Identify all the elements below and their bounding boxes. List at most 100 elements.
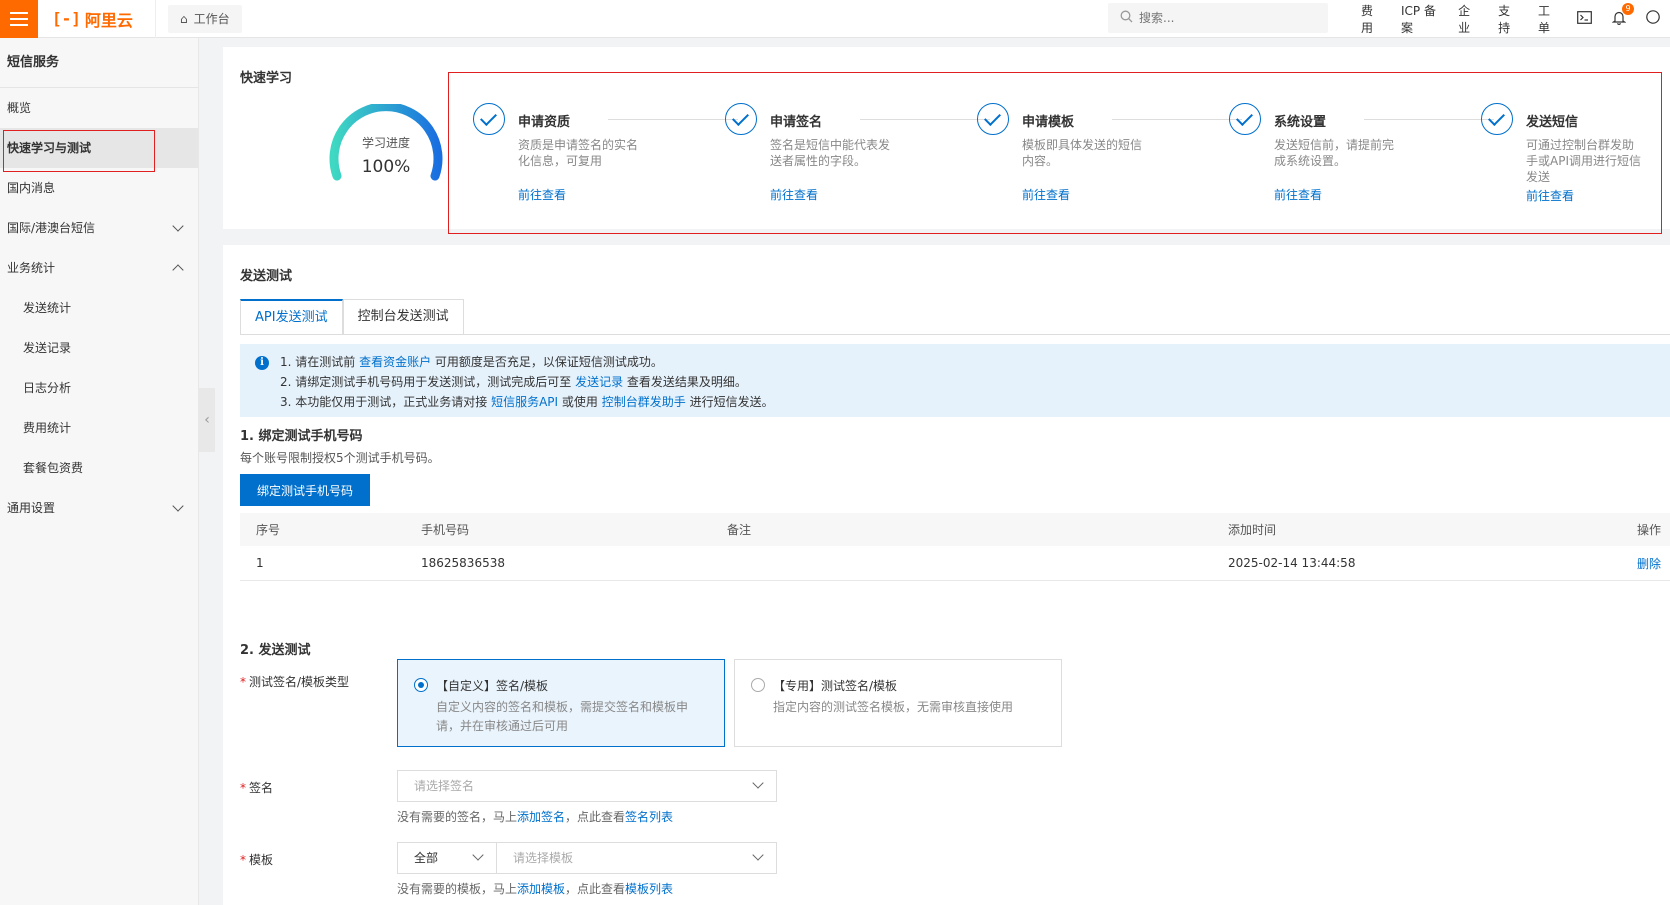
logo-text: 阿里云: [84, 10, 133, 30]
table-header: 序号 手机号码 备注 添加时间 操作: [240, 513, 1670, 546]
type-label: * 测试签名/模板类型: [240, 673, 349, 690]
sidebar-item-send-stats[interactable]: 发送统计: [0, 288, 198, 328]
onboarding-steps: 申请资质 资质是申请签名的实名化信息，可复用 前往查看 申请签名 签名是短信中能…: [448, 72, 1662, 234]
workbench-button[interactable]: ⌂ 工作台: [168, 4, 242, 33]
signature-list-link[interactable]: 签名列表: [625, 810, 673, 824]
step-title: 申请模板: [1022, 115, 1075, 130]
test-tabs: API发送测试 控制台发送测试: [240, 299, 464, 335]
tab-api-test[interactable]: API发送测试: [240, 299, 343, 335]
hint-text: 没有需要的签名，马上: [397, 810, 518, 824]
notice-line-3: 3. 本功能仅用于测试，正式业务请对接 短信服务API 或使用 控制台群发助手 …: [280, 392, 1670, 412]
sidebar-item-domestic[interactable]: 国内消息: [0, 168, 198, 208]
terminal-icon[interactable]: [1567, 10, 1602, 28]
bulk-send-assistant-link[interactable]: 控制台群发助手: [602, 395, 686, 409]
bell-icon[interactable]: 9: [1602, 2, 1636, 29]
sidebar-item-cost-stats[interactable]: 费用统计: [0, 408, 198, 448]
option-dedicated[interactable]: 【专用】测试签名/模板 指定内容的测试签名模板，无需审核直接使用: [734, 659, 1062, 747]
gauge-label: 学习进度: [361, 136, 410, 150]
template-type-select[interactable]: 全部: [397, 842, 497, 874]
col-phone-header: 手机号码: [421, 523, 470, 537]
template-select[interactable]: 请选择模板: [496, 842, 777, 874]
quick-learn-title: 快速学习: [240, 71, 293, 86]
nav-ticket[interactable]: 工单: [1527, 2, 1567, 36]
select-placeholder: 请选择模板: [513, 851, 574, 865]
sidebar-item-label: 费用统计: [23, 421, 72, 435]
add-template-link[interactable]: 添加模板: [517, 882, 565, 896]
sidebar-item-packages[interactable]: 套餐包资费: [0, 448, 198, 488]
tabs-divider: [240, 334, 1670, 335]
bind-phone-subtitle: 每个账号限制授权5个测试手机号码。: [240, 451, 440, 465]
nav-support[interactable]: 支持: [1487, 2, 1527, 36]
chevron-down-icon: [752, 777, 764, 789]
step-connector: [1364, 119, 1494, 120]
nav-icp[interactable]: ICP 备案: [1390, 2, 1447, 36]
sidebar-item-label: 通用设置: [7, 501, 56, 515]
required-marker: *: [240, 675, 246, 689]
sidebar-item-international[interactable]: 国际/港澳台短信: [0, 208, 198, 248]
delete-link[interactable]: 删除: [1637, 555, 1661, 572]
sidebar-collapse-handle[interactable]: ‹: [199, 388, 215, 452]
check-circle-icon: [473, 103, 505, 135]
hamburger-menu-icon[interactable]: [0, 0, 38, 38]
col-added-time-header: 添加时间: [1228, 523, 1277, 537]
col-remark-header: 备注: [727, 523, 752, 537]
chevron-down-icon: [472, 849, 484, 861]
step-desc: 发送短信前，请提前完成系统设置。: [1274, 138, 1395, 168]
radio-custom[interactable]: [414, 678, 428, 692]
help-icon[interactable]: [1636, 10, 1670, 28]
select-value: 全部: [414, 851, 439, 865]
global-search[interactable]: [1108, 3, 1328, 33]
required-marker: *: [240, 781, 246, 795]
home-icon: ⌂: [180, 11, 188, 26]
learning-progress-gauge: 学习进度 100%: [327, 102, 445, 184]
hint-text: ，点此查看: [565, 810, 626, 824]
step-link-send[interactable]: 前往查看: [1526, 187, 1574, 204]
radio-dedicated[interactable]: [751, 678, 765, 692]
chevron-up-icon: [172, 264, 184, 276]
sidebar-item-settings[interactable]: 通用设置: [0, 488, 198, 528]
tab-console-test[interactable]: 控制台发送测试: [342, 299, 464, 335]
step-link-signature[interactable]: 前往查看: [770, 186, 818, 203]
step-link-template[interactable]: 前往查看: [1022, 186, 1070, 203]
sidebar-item-quick-learn[interactable]: 快速学习与测试: [0, 128, 198, 172]
option-title: 【自定义】签名/模板: [436, 679, 549, 693]
cell-added-time: 2025-02-14 13:44:58: [1228, 556, 1356, 570]
nav-billing[interactable]: 费用: [1350, 2, 1390, 36]
chevron-down-icon: [752, 849, 764, 861]
view-fund-account-link[interactable]: 查看资金账户: [359, 355, 431, 369]
nav-enterprise[interactable]: 企业: [1447, 2, 1487, 36]
option-desc: 指定内容的测试签名模板，无需审核直接使用: [773, 700, 1014, 714]
option-custom[interactable]: 【自定义】签名/模板 自定义内容的签名和模板，需提交签名和模板申请，并在审核通过…: [397, 659, 725, 747]
step-link-settings[interactable]: 前往查看: [1274, 186, 1322, 203]
form-label-text: 签名: [249, 781, 274, 795]
sidebar-item-overview[interactable]: 概览: [0, 88, 198, 128]
info-notice: i 1. 请在测试前 查看资金账户 可用额度是否充足，以保证短信测试成功。 2.…: [240, 344, 1670, 417]
required-marker: *: [240, 853, 246, 867]
template-list-link[interactable]: 模板列表: [625, 882, 673, 896]
sidebar-item-log-analysis[interactable]: 日志分析: [0, 368, 198, 408]
sidebar-item-label: 概览: [7, 101, 32, 115]
sidebar-item-stats[interactable]: 业务统计: [0, 248, 198, 288]
sidebar-item-label: 套餐包资费: [23, 461, 84, 475]
send-test-card: 发送测试 API发送测试 控制台发送测试 i 1. 请在测试前 查看资金账户 可…: [223, 245, 1670, 905]
signature-select[interactable]: 请选择签名: [397, 770, 777, 802]
check-circle-icon: [977, 103, 1009, 135]
notice-line-1: 1. 请在测试前 查看资金账户 可用额度是否充足，以保证短信测试成功。: [280, 352, 1670, 372]
cell-phone: 18625836538: [421, 556, 505, 570]
bind-phone-button[interactable]: 绑定测试手机号码: [240, 474, 371, 506]
sidebar-item-send-records[interactable]: 发送记录: [0, 328, 198, 368]
sms-api-link[interactable]: 短信服务API: [491, 395, 558, 409]
chevron-down-icon: [172, 220, 184, 232]
step-connector: [608, 119, 738, 120]
top-bar: [-] 阿里云 ⌂ 工作台 费用 ICP 备案 企业 支持 工单 9: [0, 0, 1670, 38]
chevron-left-icon: ‹: [204, 412, 210, 428]
search-input[interactable]: [1139, 11, 1309, 25]
template-label: * 模板: [240, 851, 273, 868]
step-link-qualification[interactable]: 前往查看: [518, 186, 566, 203]
send-test-title: 发送测试: [240, 269, 293, 284]
step-desc: 可通过控制台群发助手或API调用进行短信发送: [1526, 138, 1641, 184]
send-records-link[interactable]: 发送记录: [575, 375, 623, 389]
step-connector: [860, 119, 990, 120]
aliyun-logo[interactable]: [-] 阿里云: [38, 0, 156, 38]
add-signature-link[interactable]: 添加签名: [517, 810, 565, 824]
